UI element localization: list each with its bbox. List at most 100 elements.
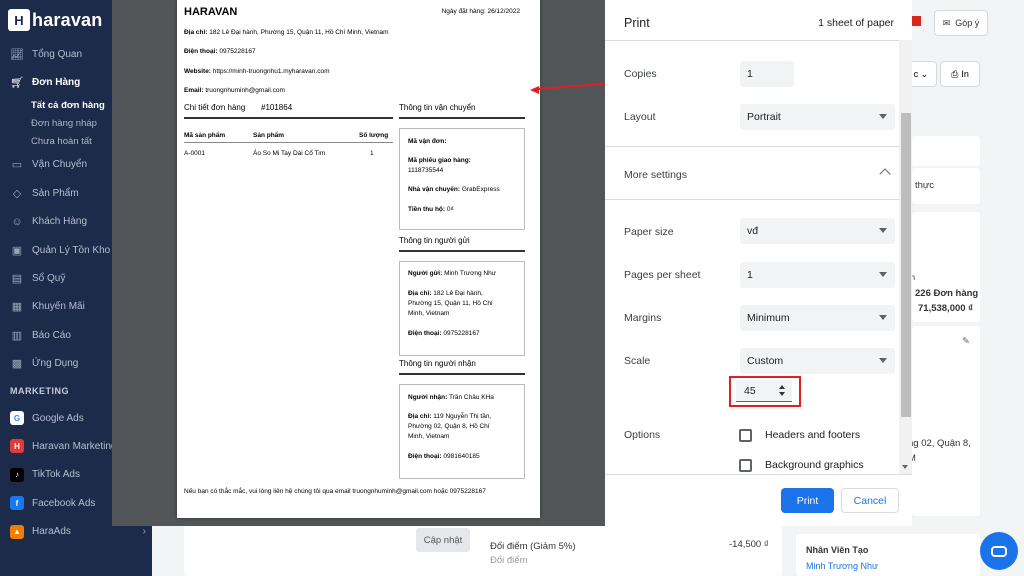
sheet-col-product: Sản phẩm — [253, 132, 285, 139]
google-icon: G — [10, 411, 24, 426]
cart-icon: 🛒︎ — [10, 77, 24, 90]
bg-card-2: thực — [912, 168, 980, 204]
dialog-scroll-thumb[interactable] — [901, 113, 911, 417]
chat-icon — [991, 545, 1007, 557]
chevron-down-icon: c ⌄ — [913, 68, 929, 79]
sheet-count: 1 sheet of paper — [818, 17, 894, 29]
user-icon: ☺ — [11, 215, 23, 228]
edit-icon[interactable]: ✎ — [962, 336, 970, 347]
caret-down-icon — [879, 272, 887, 277]
report-icon: ▥ — [11, 329, 23, 342]
sheet-rule — [184, 142, 393, 143]
margins-value: Minimum — [747, 312, 790, 324]
pages-per-sheet-value: 1 — [747, 269, 753, 281]
scale-value: Custom — [747, 355, 784, 367]
sheet-sender-addr3: Minh, Vietnam — [408, 310, 450, 317]
tiktok-icon: ♪ — [10, 467, 24, 482]
sheet-rule — [399, 373, 525, 375]
sheet-sender-addr: Địa chỉ: 182 Lê Đại hành, — [408, 290, 483, 297]
sheet-col-qty: Số lượng — [359, 132, 389, 139]
sheet-receiver-title: Thông tin người nhận — [399, 359, 476, 368]
chevron-right-icon: › — [142, 526, 146, 538]
sheet-sender-addr2: Phường 15, Quận 11, Hồ Chí — [408, 300, 493, 307]
background-graphics-checkbox[interactable] — [739, 459, 752, 472]
margins-label: Margins — [624, 312, 662, 324]
divider — [605, 40, 912, 41]
sidebar-item-label: Báo Cáo — [32, 329, 71, 341]
sheet-rule — [399, 117, 525, 119]
wallet-icon: ▤ — [11, 273, 23, 286]
scroll-down-icon[interactable] — [902, 465, 908, 469]
copies-label: Copies — [624, 68, 657, 80]
sidebar-item-label: Google Ads — [32, 412, 84, 424]
background-graphics-label[interactable]: Background graphics — [765, 459, 864, 471]
logo-text: haravan — [32, 9, 103, 30]
copies-input[interactable]: 1 — [740, 61, 794, 87]
sheet-carrier: Nhà vận chuyển: GrabExpress — [408, 186, 500, 193]
box-icon: ▣ — [11, 244, 23, 257]
sidebar-item-label: HaraAds — [32, 526, 71, 538]
sheet-order-no: #101864 — [261, 103, 293, 112]
sidebar-item-label: Sản Phẩm — [32, 187, 79, 199]
print-confirm-button[interactable]: Print — [781, 488, 834, 513]
pages-per-sheet-label: Pages per sheet — [624, 269, 701, 281]
headers-footers-checkbox[interactable] — [739, 429, 752, 442]
print-button[interactable]: ⎙ In — [940, 61, 980, 87]
layout-label: Layout — [624, 111, 656, 123]
sheet-receiver-addr2: Phường 02, Quận 8, Hồ Chí — [408, 423, 490, 430]
chart-line-icon: 📈︎ — [10, 48, 24, 61]
sheet-receiver: Người nhận: Trần Châu KHa — [408, 394, 494, 401]
paper-size-value: vđ — [747, 225, 759, 237]
apps-icon: ▩ — [11, 358, 23, 371]
pages-per-sheet-select[interactable]: 1 — [740, 262, 895, 288]
sidebar-item-label: Sổ Quỹ — [32, 273, 66, 285]
sheet-receiver-phone: Điện thoại: 0981640185 — [408, 453, 480, 460]
headers-footers-label[interactable]: Headers and footers — [765, 429, 860, 441]
sidebar-item-label: Tổng Quan — [32, 48, 83, 60]
print-preview-sheet: HARAVAN Ngày đặt hàng: 26/12/2022 Địa ch… — [177, 0, 540, 518]
print-dialog-title: Print — [624, 16, 650, 30]
staff-card: Nhân Viên Tạo Minh Trương Như — [796, 534, 980, 576]
margins-select[interactable]: Minimum — [740, 305, 895, 331]
haravan-marketing-icon: H — [10, 439, 24, 454]
sheet-email: Email: truongnhuminh@gmail.com — [184, 87, 285, 94]
sheet-website: Website: https://minh-truongnhu1.myharav… — [184, 68, 330, 75]
sheet-sender-title: Thông tin người gửi — [399, 236, 470, 245]
haraads-icon: ▲ — [10, 524, 24, 539]
caret-down-icon — [879, 228, 887, 233]
cancel-button[interactable]: Cancel — [841, 488, 899, 513]
divider — [605, 199, 912, 200]
divider — [605, 474, 912, 475]
logo[interactable]: H haravan — [8, 8, 102, 32]
sidebar-item-label: Đơn Hàng — [32, 77, 81, 89]
staff-name-link[interactable]: Minh Trương Như — [806, 561, 878, 571]
caret-down-icon — [879, 358, 887, 363]
feedback-label: Góp ý — [955, 18, 980, 28]
chevron-up-icon[interactable] — [879, 168, 891, 180]
bg-card-4: ✎ ng 02, Quận 8, M — [908, 326, 980, 516]
sheet-row-product: Áo So Mi Tay Dài Cổ Tim — [253, 150, 326, 157]
chat-support-button[interactable] — [980, 532, 1018, 570]
sheet-order-date: Ngày đặt hàng: 26/12/2022 — [441, 8, 520, 15]
sheet-detail-title: Chi tiết đơn hàng — [184, 103, 246, 112]
paper-size-label: Paper size — [624, 226, 674, 238]
more-settings-toggle[interactable]: More settings — [624, 169, 687, 181]
sheet-ship-slip: 1118735544 — [408, 167, 444, 174]
bg-card-3: m 226 Đơn hàng 71,538,000 ₫ — [908, 212, 980, 322]
sheet-ship-code: Mã vận đơn: — [408, 138, 447, 145]
paper-size-select[interactable]: vđ — [740, 218, 895, 244]
update-button[interactable]: Cập nhật — [416, 528, 470, 552]
staff-title: Nhân Viên Tạo — [806, 545, 869, 555]
logo-mark-icon: H — [8, 9, 30, 31]
feedback-button[interactable]: ✉ Góp ý — [934, 10, 988, 36]
facebook-icon: f — [10, 496, 24, 511]
order-amount: 71,538,000 ₫ — [918, 303, 974, 314]
scale-select[interactable]: Custom — [740, 348, 895, 374]
sheet-rule — [399, 250, 525, 252]
sheet-phone: Điện thoại: 0975228167 — [184, 48, 256, 55]
points-label2: Đổi điểm — [490, 555, 528, 566]
sidebar-item-label: Quản Lý Tồn Kho — [32, 244, 111, 256]
points-value: -14,500 ₫ — [729, 539, 769, 550]
sidebar-item-label: Ứng Dụng — [32, 358, 79, 370]
layout-select[interactable]: Portrait — [740, 104, 895, 130]
